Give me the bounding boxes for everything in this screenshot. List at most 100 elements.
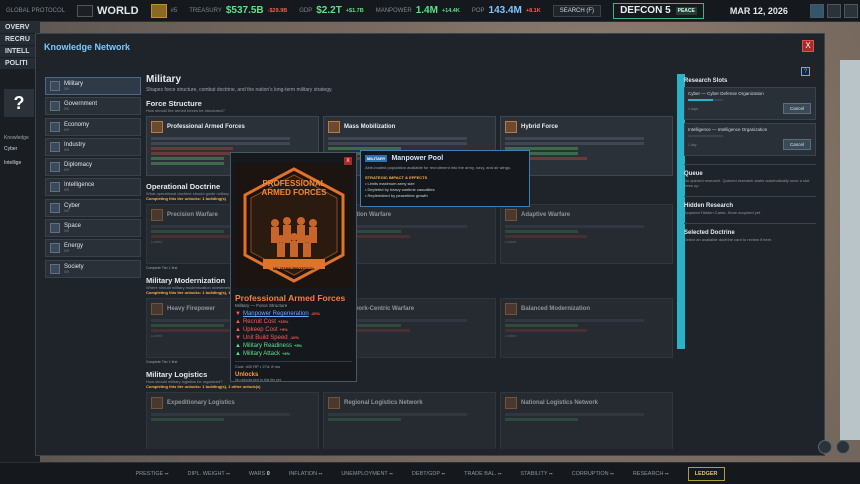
map-control-icon[interactable] [818, 440, 832, 454]
category-economy[interactable]: Economy 0/9 [45, 117, 141, 136]
tooltip-description: Able-bodied population available for rec… [365, 165, 511, 170]
settings-icon[interactable] [836, 440, 850, 454]
government-icon [50, 101, 60, 112]
stat-diplomatic-weight[interactable]: DIPL. WEIGHT -- [188, 471, 230, 477]
doctrine-subtitle: Military — Force Structure [235, 303, 288, 308]
stat-line[interactable]: ▲ Military Readiness +5% [235, 342, 352, 350]
manpower-stat[interactable]: MANPOWER 1.4M +14.4K [370, 0, 466, 22]
cancel-button[interactable]: Cancel [782, 139, 811, 150]
stat-trade-balance[interactable]: TRADE BAL. -- [464, 471, 501, 477]
stat-line[interactable]: ▲ Military Attack +4% [235, 350, 352, 358]
defcon-indicator[interactable]: DEFCON 5 PEACE [613, 2, 704, 19]
pop-stat[interactable]: POP 143.4M +8.1K [466, 0, 547, 22]
doctrine-card[interactable]: Adaptive Warfare Locked [500, 204, 673, 264]
emblem-button[interactable]: #5 [145, 0, 184, 22]
category-energy[interactable]: Energy 0/9 [45, 239, 141, 258]
ledger-button[interactable]: LEDGER [687, 466, 725, 481]
tooltip-tag: MILITARY [365, 155, 388, 162]
search-button[interactable]: SEARCH (F) [552, 4, 602, 17]
category-society[interactable]: Society 0/9 [45, 259, 141, 278]
selected-doctrine-title: Selected Doctrine [684, 230, 735, 236]
category-government[interactable]: Government 0/9 [45, 97, 141, 116]
stat-debt-gdp[interactable]: DEBT/GDP -- [412, 471, 445, 477]
stat-line[interactable]: ▲ Recruit Cost +15% [235, 318, 352, 326]
doctrine-card[interactable]: Regional Logistics Network [323, 392, 496, 449]
doctrine-card[interactable]: Balanced Modernization Locked [500, 298, 673, 358]
tab-politics[interactable]: POLITI [0, 58, 40, 69]
stat-unemployment[interactable]: UNEMPLOYMENT -- [341, 471, 393, 477]
research-item[interactable]: Intellige [4, 160, 36, 166]
flag-icon [77, 4, 94, 17]
stat-wars[interactable]: WARS 0 [249, 471, 270, 477]
page-title: Military [146, 74, 182, 85]
intelligence-icon [50, 182, 60, 193]
stat-prestige[interactable]: PRESTIGE -- [136, 471, 169, 477]
game-date: MAR 12, 2026 [729, 5, 788, 16]
category-industry[interactable]: Industry 0/9 [45, 137, 141, 156]
doctrine-stats: ▼ Manpower Regeneration -20% ▲ Recruit Cost… [235, 310, 352, 358]
cancel-button[interactable]: Cancel [782, 103, 811, 114]
economy-icon [50, 121, 60, 132]
energy-icon [50, 243, 60, 254]
doctrine-title: Professional Armed Forces [235, 293, 346, 303]
hidden-research-text: Acquired Hidden Cards. None acquired yet… [684, 210, 762, 215]
gdp-stat[interactable]: GDP $2.2T +$1.7B [293, 0, 369, 22]
stat-stability[interactable]: STABILITY -- [520, 471, 552, 477]
progress-bar [688, 135, 723, 137]
tier-requirement: Complete Tier 1 first [146, 266, 178, 270]
cyber-icon [50, 202, 60, 213]
tree-content: Military Shapes force structure, combat … [146, 74, 686, 449]
category-military[interactable]: Military 3/9 [45, 77, 141, 95]
modal-title: Knowledge Network [44, 42, 131, 52]
help-box[interactable]: ? [4, 89, 34, 117]
research-item[interactable]: Cyber [4, 146, 36, 152]
stat-line[interactable]: ▼ Manpower Regeneration -20% [235, 310, 352, 318]
category-list: Military 3/9 Government 0/9 Economy 0/9 Ind… [45, 77, 141, 280]
section-unlock-note: Completing this tier unlocks: 1 building… [146, 290, 261, 295]
doctrine-card[interactable]: National Logistics Network [500, 392, 673, 449]
stat-inflation[interactable]: INFLATION -- [289, 471, 323, 477]
tab-overview[interactable]: OVERV [0, 22, 40, 33]
space-icon [50, 223, 60, 234]
close-button[interactable]: X [344, 157, 352, 165]
doctrine-icon [151, 209, 163, 221]
doctrine-icon [505, 397, 517, 409]
military-icon [50, 81, 60, 91]
society-icon [50, 263, 60, 274]
close-button[interactable]: X [802, 40, 814, 52]
stat-research[interactable]: RESEARCH -- [633, 471, 669, 477]
section-unlock-note: Completing this tier unlocks: 1 building… [146, 384, 261, 389]
doctrine-detail-popup: X PROFESSIONAL ARMED FORCES MILITARY PRO… [230, 152, 357, 382]
tab-recruit[interactable]: RECRU [0, 34, 40, 45]
tooltip-title: Manpower Pool [391, 155, 444, 162]
doctrine-icon [151, 303, 163, 315]
diplomacy-icon [50, 162, 60, 173]
doctrine-icon [151, 397, 163, 409]
doctrine-icon [151, 121, 163, 133]
stat-corruption[interactable]: CORRUPTION -- [572, 471, 614, 477]
help-icon[interactable]: ? [801, 67, 810, 76]
page-description: Shapes force structure, combat doctrine,… [146, 87, 333, 93]
hidden-research-title: Hidden Research [684, 203, 734, 209]
world-button[interactable]: WORLD [71, 0, 145, 22]
doctrine-icon [328, 121, 340, 133]
play-icon[interactable] [826, 3, 841, 18]
tooltip-header: STRATEGIC IMPACT & EFFECTS [365, 175, 428, 180]
knowledge-network-modal: Knowledge Network X ? Military 3/9 Govern… [35, 33, 825, 456]
fast-forward-icon[interactable] [843, 3, 858, 18]
category-cyber[interactable]: Cyber 0/9 [45, 198, 141, 217]
doctrine-icon [505, 209, 517, 221]
category-space[interactable]: Space 0/9 [45, 219, 141, 238]
bottom-bar: PRESTIGE -- DIPL. WEIGHT -- WARS 0 INFLA… [0, 462, 860, 484]
doctrine-icon [505, 121, 517, 133]
stat-line[interactable]: ▲ Upkeep Cost +5% [235, 326, 352, 334]
pause-icon[interactable] [809, 3, 824, 18]
category-intelligence[interactable]: Intelligence 0/9 [45, 178, 141, 197]
category-diplomacy[interactable]: Diplomacy 0/9 [45, 158, 141, 177]
tab-intelligence[interactable]: INTELL [0, 46, 40, 57]
section-title: Force Structure [146, 99, 202, 108]
stat-line[interactable]: ▼ Unit Build Speed -10% [235, 334, 352, 342]
doctrine-card[interactable]: Expeditionary Logistics [146, 392, 319, 449]
treasury-stat[interactable]: TREASURY $537.5B -$29.9B [183, 0, 293, 22]
emblem-icon [150, 3, 167, 18]
